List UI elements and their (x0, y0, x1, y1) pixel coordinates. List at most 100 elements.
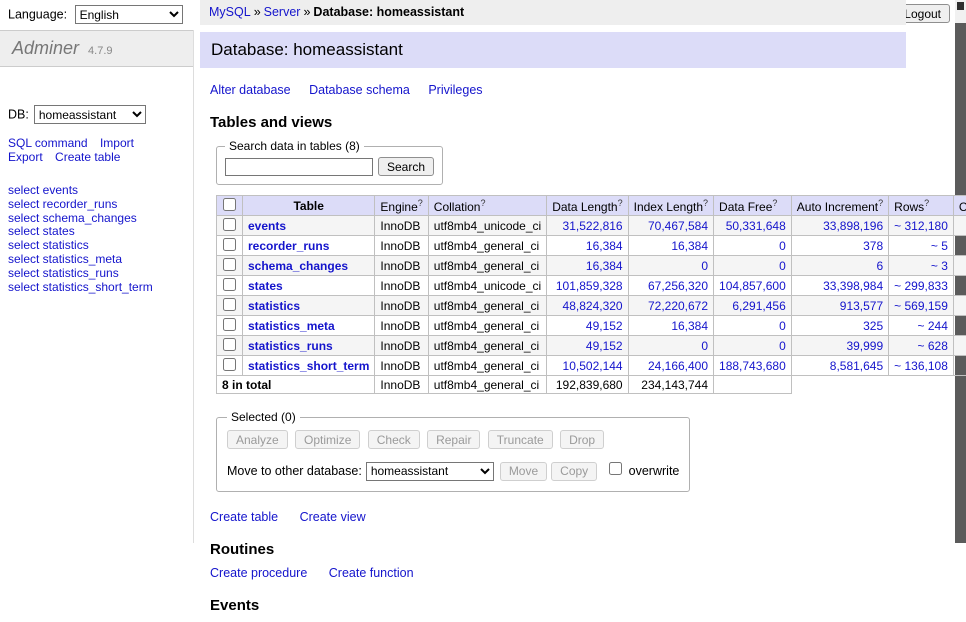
data-free-link[interactable]: 0 (779, 319, 786, 333)
index-length-link[interactable]: 0 (701, 259, 708, 273)
row-checkbox[interactable] (223, 278, 236, 291)
data-length-link[interactable]: 31,522,816 (563, 219, 623, 233)
row-checkbox[interactable] (223, 338, 236, 351)
auto-increment-link[interactable]: 8,581,645 (830, 359, 883, 373)
language-select[interactable]: English (75, 5, 183, 24)
data-free-link[interactable]: 188,743,680 (719, 359, 786, 373)
row-checkbox[interactable] (223, 298, 236, 311)
help-icon[interactable]: ? (878, 198, 883, 208)
data-length-link[interactable]: 49,152 (586, 339, 623, 353)
help-icon[interactable]: ? (924, 198, 929, 208)
table-name-link[interactable]: events (248, 219, 286, 233)
auto-increment-link[interactable]: 378 (863, 239, 883, 253)
privileges-link[interactable]: Privileges (428, 83, 482, 97)
row-checkbox[interactable] (223, 238, 236, 251)
rows-link[interactable]: ~ 299,833 (894, 279, 948, 293)
row-checkbox[interactable] (223, 358, 236, 371)
data-free-link[interactable]: 0 (779, 259, 786, 273)
search-button[interactable]: Search (378, 157, 434, 176)
auto-increment-link[interactable]: 6 (876, 259, 883, 273)
data-length-link[interactable]: 48,824,320 (563, 299, 623, 313)
auto-increment-link[interactable]: 33,398,984 (823, 279, 883, 293)
sidebar-table-link[interactable]: select statistics (8, 238, 89, 252)
sidebar-table-link[interactable]: select statistics_runs (8, 266, 119, 280)
help-icon[interactable]: ? (772, 198, 777, 208)
sidebar-table-link[interactable]: select schema_changes (8, 211, 137, 225)
sidebar-link-create-table[interactable]: Create table (55, 150, 120, 164)
sidebar-table-link[interactable]: select statistics_short_term (8, 280, 153, 294)
data-length-link[interactable]: 10,502,144 (563, 359, 623, 373)
select-all-checkbox[interactable] (223, 198, 236, 211)
check-button[interactable]: Check (368, 430, 420, 449)
table-name-link[interactable]: recorder_runs (248, 239, 329, 253)
index-length-link[interactable]: 70,467,584 (648, 219, 708, 233)
optimize-button[interactable]: Optimize (295, 430, 360, 449)
table-name-link[interactable]: statistics_meta (248, 319, 335, 333)
sidebar-link-sql-command[interactable]: SQL command (8, 136, 88, 150)
index-length-link[interactable]: 0 (701, 339, 708, 353)
table-name-link[interactable]: schema_changes (248, 259, 348, 273)
sidebar-link-export[interactable]: Export (8, 150, 43, 164)
data-free-link[interactable]: 104,857,600 (719, 279, 786, 293)
rows-link[interactable]: ~ 312,180 (894, 219, 948, 233)
truncate-button[interactable]: Truncate (488, 430, 553, 449)
row-checkbox[interactable] (223, 218, 236, 231)
move-database-select[interactable]: homeassistant (366, 462, 494, 481)
data-free-link[interactable]: 50,331,648 (726, 219, 786, 233)
database-schema-link[interactable]: Database schema (309, 83, 410, 97)
analyze-button[interactable]: Analyze (227, 430, 288, 449)
create-function-link[interactable]: Create function (329, 566, 414, 580)
adminer-logo-link[interactable]: Adminer (12, 38, 79, 58)
row-checkbox[interactable] (223, 258, 236, 271)
index-length-link[interactable]: 67,256,320 (648, 279, 708, 293)
table-name-link[interactable]: states (248, 279, 283, 293)
create-procedure-link[interactable]: Create procedure (210, 566, 307, 580)
index-length-link[interactable]: 72,220,672 (648, 299, 708, 313)
alter-database-link[interactable]: Alter database (210, 83, 291, 97)
scroll-up-icon[interactable] (957, 2, 964, 10)
data-length-link[interactable]: 16,384 (586, 259, 623, 273)
breadcrumb-link-mysql[interactable]: MySQL (209, 5, 251, 19)
help-icon[interactable]: ? (418, 198, 423, 208)
auto-increment-link[interactable]: 913,577 (840, 299, 883, 313)
drop-button[interactable]: Drop (560, 430, 604, 449)
create-table-link[interactable]: Create table (210, 510, 278, 524)
move-button[interactable]: Move (500, 462, 547, 481)
sidebar-table-link[interactable]: select events (8, 183, 78, 197)
index-length-link[interactable]: 24,166,400 (648, 359, 708, 373)
index-length-link[interactable]: 16,384 (671, 239, 708, 253)
table-name-link[interactable]: statistics (248, 299, 300, 313)
rows-link[interactable]: ~ 136,108 (894, 359, 948, 373)
help-icon[interactable]: ? (480, 198, 485, 208)
sidebar-table-link[interactable]: select states (8, 224, 75, 238)
rows-link[interactable]: ~ 5 (931, 239, 948, 253)
data-free-link[interactable]: 6,291,456 (732, 299, 785, 313)
auto-increment-link[interactable]: 33,898,196 (823, 219, 883, 233)
table-name-link[interactable]: statistics_short_term (248, 359, 369, 373)
create-view-link[interactable]: Create view (300, 510, 366, 524)
breadcrumb-link-server[interactable]: Server (264, 5, 301, 19)
data-length-link[interactable]: 49,152 (586, 319, 623, 333)
data-length-link[interactable]: 16,384 (586, 239, 623, 253)
help-icon[interactable]: ? (618, 198, 623, 208)
rows-link[interactable]: ~ 569,159 (894, 299, 948, 313)
auto-increment-link[interactable]: 39,999 (846, 339, 883, 353)
data-free-link[interactable]: 0 (779, 239, 786, 253)
overwrite-checkbox[interactable] (609, 462, 622, 475)
repair-button[interactable]: Repair (427, 430, 480, 449)
sidebar-link-import[interactable]: Import (100, 136, 134, 150)
rows-link[interactable]: ~ 3 (931, 259, 948, 273)
table-name-link[interactable]: statistics_runs (248, 339, 333, 353)
rows-link[interactable]: ~ 244 (918, 319, 948, 333)
sidebar-table-link[interactable]: select statistics_meta (8, 252, 122, 266)
search-input[interactable] (225, 158, 373, 176)
help-icon[interactable]: ? (703, 198, 708, 208)
index-length-link[interactable]: 16,384 (671, 319, 708, 333)
data-free-link[interactable]: 0 (779, 339, 786, 353)
db-select[interactable]: homeassistant (34, 105, 146, 124)
auto-increment-link[interactable]: 325 (863, 319, 883, 333)
data-length-link[interactable]: 101,859,328 (556, 279, 623, 293)
row-checkbox[interactable] (223, 318, 236, 331)
sidebar-table-link[interactable]: select recorder_runs (8, 197, 117, 211)
rows-link[interactable]: ~ 628 (918, 339, 948, 353)
